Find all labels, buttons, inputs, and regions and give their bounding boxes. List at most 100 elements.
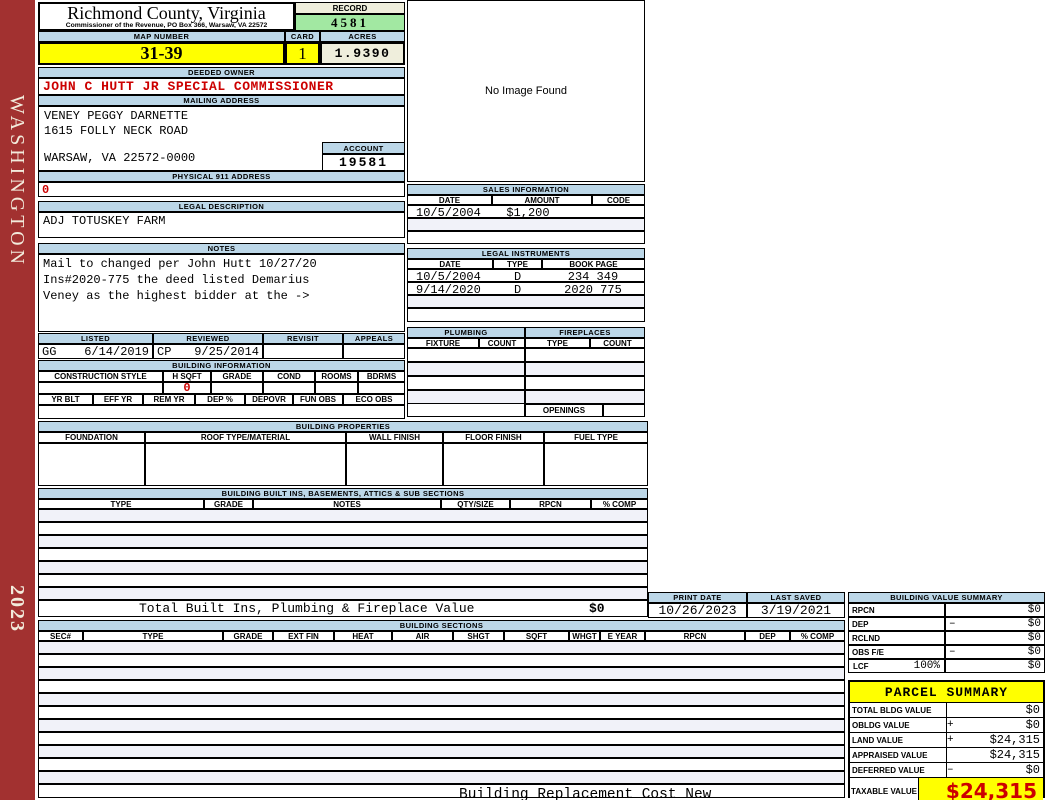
sections-empty-row[interactable] <box>38 706 845 719</box>
acres-field[interactable]: 1.9390 <box>320 42 405 65</box>
listed-field[interactable]: GG 6/14/2019 <box>38 344 153 359</box>
sections-empty-row[interactable] <box>38 680 845 693</box>
builtins-empty-row[interactable] <box>38 587 648 600</box>
fireplaces-title: FIREPLACES <box>525 327 645 338</box>
instruments-title: LEGAL INSTRUMENTS <box>407 248 645 259</box>
plumbing-empty-row[interactable] <box>407 362 525 376</box>
builtins-empty-row[interactable] <box>38 574 648 587</box>
builtins-type-header: TYPE <box>38 499 204 509</box>
openings-field[interactable] <box>603 404 645 417</box>
bvs-sign: – <box>949 618 956 630</box>
building-info-empty-row[interactable] <box>38 405 405 419</box>
sections-empty-row[interactable] <box>38 719 845 732</box>
sales-empty-row[interactable] <box>407 218 645 231</box>
builtins-empty-row[interactable] <box>38 548 648 561</box>
parcel-row-value: $0 <box>1025 763 1040 777</box>
sections-empty-row[interactable] <box>38 654 845 667</box>
acres-label: ACRES <box>320 31 405 42</box>
fireplace-empty-row[interactable] <box>525 348 645 362</box>
building-value-summary-title: BUILDING VALUE SUMMARY <box>848 592 1045 603</box>
listed-by: GG <box>42 344 57 359</box>
remyr-header: REM YR <box>143 394 195 405</box>
wallfinish-field[interactable] <box>346 443 443 486</box>
deppct-header: DEP % <box>195 394 245 405</box>
builtins-empty-row[interactable] <box>38 535 648 548</box>
record-number-field[interactable]: 4581 <box>295 14 405 31</box>
parcel-row-value: $24,315 <box>989 748 1040 762</box>
physical-address-label: PHYSICAL 911 ADDRESS <box>38 171 405 182</box>
sale-date: 10/5/2004 <box>416 206 481 220</box>
instrument-empty-row[interactable] <box>407 308 645 322</box>
foundation-field[interactable] <box>38 443 145 486</box>
fireplace-empty-row[interactable] <box>525 376 645 390</box>
bvs-lcf-label: LCF 100% <box>848 659 945 673</box>
sections-empty-row[interactable] <box>38 641 845 654</box>
card-field[interactable]: 1 <box>285 42 320 65</box>
property-record-card: WASHINGTON 2023 Richmond County, Virgini… <box>0 0 1050 800</box>
revisit-field[interactable] <box>263 344 343 359</box>
reviewed-field[interactable]: CP 9/25/2014 <box>153 344 263 359</box>
sections-empty-row[interactable] <box>38 758 845 771</box>
openings-label: OPENINGS <box>525 404 603 417</box>
building-sections-title: BUILDING SECTIONS <box>38 620 845 631</box>
rooms-field[interactable] <box>315 382 358 394</box>
appeals-field[interactable] <box>343 344 405 359</box>
instr-bookpage: 234 349 <box>567 270 619 284</box>
sections-empty-row[interactable] <box>38 771 845 784</box>
notes-line: Ins#2020-775 the deed listed Demarius <box>43 273 310 287</box>
cond-field[interactable] <box>263 382 315 394</box>
bvs-rpcn-label: RPCN <box>848 603 945 617</box>
hsqft-field[interactable]: 0 <box>163 381 211 395</box>
appeals-header: APPEALS <box>343 333 405 344</box>
sections-empty-row[interactable] <box>38 745 845 758</box>
instrument-row[interactable]: 10/5/2004 D 234 349 <box>407 269 645 284</box>
bdrms-field[interactable] <box>358 382 405 394</box>
notes-label: NOTES <box>38 243 405 254</box>
bvs-value: $0 <box>1027 618 1041 630</box>
map-number-field[interactable]: 31-39 <box>38 42 285 65</box>
account-field[interactable]: 19581 <box>322 154 405 171</box>
legal-description-field[interactable]: ADJ TOTUSKEY FARM <box>38 212 405 238</box>
extfin-header: EXT FIN <box>273 631 334 641</box>
parcel-row-sign <box>947 748 960 762</box>
floorfinish-field[interactable] <box>443 443 544 486</box>
sections-empty-row[interactable] <box>38 732 845 745</box>
parcel-row: OBLDG VALUE + $0 <box>850 718 1043 733</box>
fireplace-empty-row[interactable] <box>525 390 645 404</box>
roof-field[interactable] <box>145 443 346 486</box>
instrument-empty-row[interactable] <box>407 295 645 308</box>
plumbing-empty-row[interactable] <box>407 348 525 362</box>
heat-header: HEAT <box>334 631 392 641</box>
deeded-owner-field[interactable]: JOHN C HUTT JR SPECIAL COMMISSIONER <box>38 78 405 95</box>
parcel-row-sign: + <box>947 734 954 746</box>
district-label: WASHINGTON <box>6 95 28 268</box>
legal-description-label: LEGAL DESCRIPTION <box>38 201 405 212</box>
fireplace-empty-row[interactable] <box>525 362 645 376</box>
fueltype-field[interactable] <box>544 443 648 486</box>
grade-field[interactable] <box>211 382 263 394</box>
parcel-row: LAND VALUE + $24,315 <box>850 733 1043 748</box>
record-label: RECORD <box>295 2 405 14</box>
physical-address-field[interactable]: 0 <box>38 182 405 197</box>
instrument-row[interactable]: 9/14/2020 D 2020 775 <box>407 282 645 297</box>
parcel-row-value: $0 <box>1025 718 1040 732</box>
builtins-empty-row[interactable] <box>38 522 648 535</box>
sales-row[interactable]: 10/5/2004 $1,200 <box>407 205 645 220</box>
eyear-header: E YEAR <box>600 631 645 641</box>
sections-empty-row[interactable] <box>38 667 845 680</box>
builtins-empty-row[interactable] <box>38 561 648 574</box>
builtins-empty-row[interactable] <box>38 509 648 522</box>
floorfinish-header: FLOOR FINISH <box>443 432 544 443</box>
sales-empty-row[interactable] <box>407 231 645 244</box>
plumbing-empty-row[interactable] <box>407 390 525 404</box>
whgt-header: WHGT <box>569 631 600 641</box>
construction-style-field[interactable] <box>38 382 163 394</box>
sections-empty-row[interactable] <box>38 693 845 706</box>
parcel-row-value: $24,315 <box>989 733 1040 747</box>
fueltype-header: FUEL TYPE <box>544 432 648 443</box>
plumbing-empty-row[interactable] <box>407 376 525 390</box>
notes-field[interactable]: Mail to changed per John Hutt 10/27/20 I… <box>38 254 405 332</box>
county-subtitle: Commissioner of the Revenue, PO Box 366,… <box>65 22 268 29</box>
listed-header: LISTED <box>38 333 153 344</box>
reviewed-date: 9/25/2014 <box>194 344 259 359</box>
